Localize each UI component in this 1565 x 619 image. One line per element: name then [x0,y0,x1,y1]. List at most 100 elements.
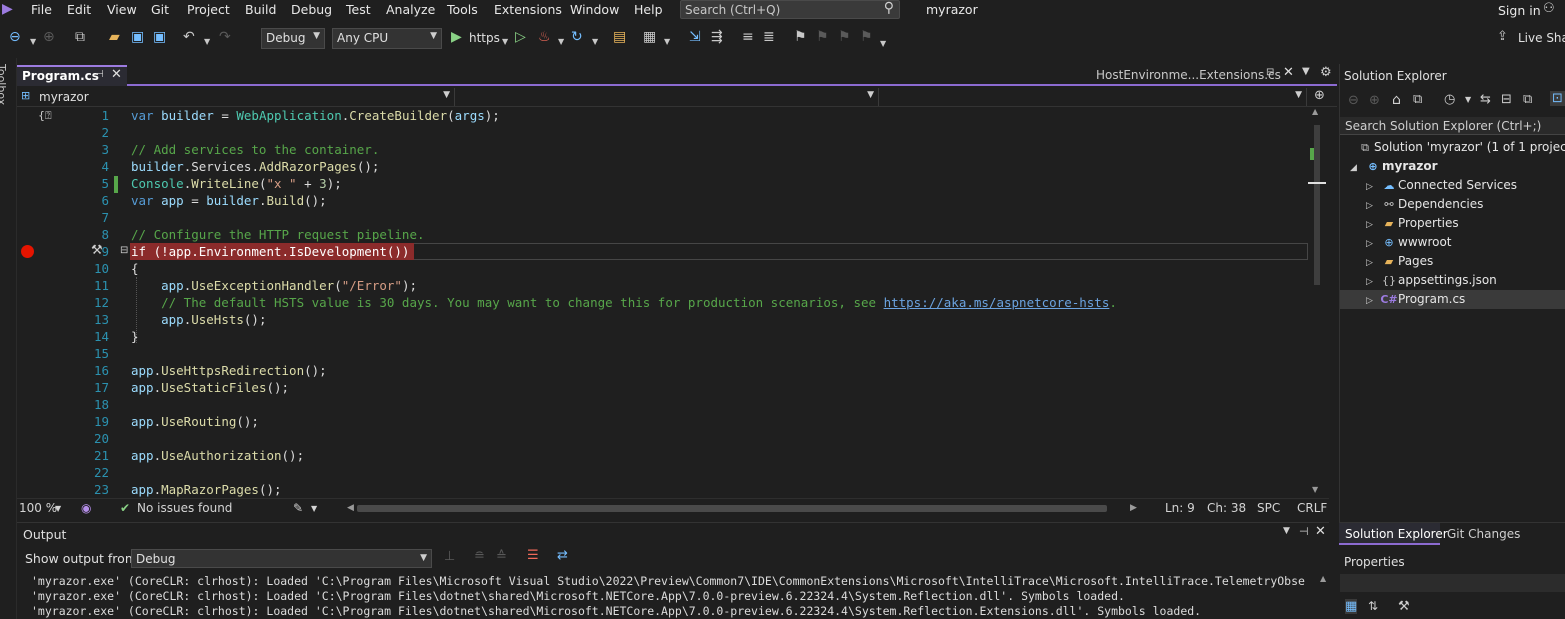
start-without-debugging-icon[interactable]: ▷ [515,29,526,45]
prev-message-icon[interactable]: ≘ [474,549,485,564]
menu-view[interactable]: View [107,2,137,17]
scroll-right-icon[interactable]: ▶ [1130,503,1137,513]
switch-views-icon[interactable]: ⧉ [1413,92,1422,107]
menu-build[interactable]: Build [245,2,276,17]
show-all-files-icon[interactable]: ⧉ [1523,92,1532,107]
whitespace-mode[interactable]: SPC [1257,501,1280,515]
code-line[interactable]: app.UseHttpsRedirection(); [131,362,327,379]
word-wrap-icon[interactable]: ⇄ [557,548,568,563]
bookmark-icon[interactable]: ⚑ [794,29,807,45]
breakpoint-icon[interactable] [21,245,34,258]
menu-project[interactable]: Project [187,2,230,17]
tree-item-appsettings[interactable]: ▷{} appsettings.json [1366,273,1497,287]
sign-in-link[interactable]: Sign in [1498,3,1541,18]
tree-item-dependencies[interactable]: ▷ ⚯ Dependencies [1366,197,1483,211]
line-ending[interactable]: CRLF [1297,501,1327,515]
tree-item-properties[interactable]: ▷ ▰ Properties [1366,216,1459,230]
configuration-select[interactable]: Debug ▼ [261,28,325,49]
sync-icon[interactable]: ⇆ [1480,92,1491,107]
hot-reload-dropdown-icon[interactable]: ▼ [558,34,564,50]
menu-extensions[interactable]: Extensions [494,2,562,17]
tree-item-connected-services[interactable]: ▷ ☁ Connected Services [1366,178,1517,192]
tab-program-cs[interactable]: Program.cs ⊣ ✕ [17,65,127,86]
code-editor[interactable]: {⍰ ⚒ ⊟ 1 2 3 4 5 6 7 8 9 10 11 12 13 14 15 16 17 18 19 20 21… [17,107,1329,497]
clear-all-icon[interactable]: ☰ [527,548,539,563]
tab-host-environment[interactable]: HostEnvironme...Extensions.cs ⊟ ✕ [1090,65,1308,85]
tree-item-wwwroot[interactable]: ▷ ⊕ wwwroot [1366,235,1452,249]
layout-icon[interactable]: ▦ [643,29,656,45]
gear-icon[interactable]: ⚙ [1320,65,1332,80]
refresh-dropdown-icon[interactable]: ▼ [592,34,598,50]
preview-icon[interactable]: ⊡ [1550,91,1565,106]
close-icon[interactable]: ✕ [1283,65,1294,80]
collapsed-icon[interactable]: ▷ [1366,239,1380,249]
code-line[interactable]: if (!app.Environment.IsDevelopment()) [131,243,409,260]
run-target-label[interactable]: https [469,30,500,46]
prev-bookmark-icon[interactable]: ⚑ [816,29,829,45]
menu-test[interactable]: Test [346,2,371,17]
pin-icon[interactable]: ⊟ [1266,67,1274,78]
vertical-scrollbar[interactable]: ▲ ▼ [1308,107,1326,497]
menu-window[interactable]: Window [570,2,619,17]
collapsed-icon[interactable]: ▷ [1366,182,1380,192]
run-target-dropdown-icon[interactable]: ▼ [502,34,508,50]
project-scope-select[interactable]: ⊞ myrazor ▼ [17,88,455,106]
refresh-icon[interactable]: ↻ [571,29,583,45]
uncomment-icon[interactable]: ≣ [763,29,775,45]
collapsed-icon[interactable]: ▷ [1366,201,1380,211]
menu-debug[interactable]: Debug [291,2,332,17]
horizontal-scrollbar-thumb[interactable] [357,505,1107,512]
alphabetical-icon[interactable]: ⇅ [1368,599,1378,613]
open-file-icon[interactable]: ▰ [109,29,120,45]
clear-bookmark-icon[interactable]: ⚑ [860,29,873,45]
menu-tools[interactable]: Tools [447,2,478,17]
scroll-up-icon[interactable]: ▲ [1312,107,1318,116]
collapsed-icon[interactable]: ▷ [1366,296,1380,306]
code-line[interactable]: var app = builder.Build(); [131,192,327,209]
scroll-down-icon[interactable]: ▼ [1312,485,1318,494]
platform-select[interactable]: Any CPU ▼ [332,28,442,49]
cleanup-dropdown-icon[interactable]: ▼ [311,504,317,513]
next-message-icon[interactable]: ≙ [496,549,507,564]
issues-status[interactable]: No issues found [137,501,232,515]
menu-git[interactable]: Git [151,2,169,17]
collapsed-icon[interactable]: ▷ [1366,220,1380,230]
step-icon[interactable]: ⇲ [689,29,701,45]
undo-dropdown-icon[interactable]: ▼ [204,34,210,50]
account-icon[interactable]: ⚇ [1543,1,1555,16]
pin-icon[interactable]: ⊣ [95,69,104,80]
tree-item-program-cs[interactable]: ▷ C#Program.cs [1366,292,1465,306]
new-project-icon[interactable]: ⧉ [75,29,85,45]
code-line[interactable]: app.MapRazorPages(); [131,481,282,497]
collapsed-icon[interactable]: ▷ [1366,258,1380,268]
code-line[interactable]: // Add services to the container. [131,141,379,158]
tab-git-changes[interactable]: Git Changes [1447,527,1520,541]
code-line[interactable]: } [131,328,139,345]
tab-overflow-icon[interactable]: ▼ [1302,66,1310,77]
back-dropdown-icon[interactable]: ▼ [30,34,36,50]
code-line[interactable]: builder.Services.AddRazorPages(); [131,158,379,175]
code-line[interactable]: Console.WriteLine("x " + 3); [131,175,342,192]
code-line[interactable]: app.UseAuthorization(); [131,447,304,464]
menu-analyze[interactable]: Analyze [386,2,435,17]
panel-options-icon[interactable]: ▼ [1283,526,1290,536]
redo-icon[interactable]: ↷ [219,29,231,45]
collapse-region-icon[interactable]: ⊟ [120,245,128,256]
zoom-dropdown-icon[interactable]: ▼ [55,504,61,513]
comment-icon[interactable]: ≡ [742,29,754,45]
split-editor-icon[interactable]: ⊕ [1314,88,1325,103]
properties-object-select[interactable] [1340,574,1565,592]
solution-node[interactable]: ⧉ Solution 'myrazor' (1 of 1 project) [1356,140,1565,155]
tree-item-pages[interactable]: ▷ ▰ Pages [1366,254,1433,268]
next-bookmark-icon[interactable]: ⚑ [838,29,851,45]
code-line[interactable]: // The default HSTS value is 30 days. Yo… [131,294,1117,311]
expanded-icon[interactable]: ◢ [1350,163,1364,173]
quick-actions-icon[interactable]: {⍰ [38,109,52,123]
project-node[interactable]: ◢ ⊕ myrazor [1350,159,1438,173]
code-line[interactable]: var builder = WebApplication.CreateBuild… [131,107,500,124]
back-icon[interactable]: ⊖ [9,29,21,45]
scroll-left-icon[interactable]: ◀ [347,503,354,513]
search-input[interactable]: Search (Ctrl+Q) ⚲ [680,0,900,19]
toolbox-tab[interactable]: Toolbox [0,64,8,105]
collapsed-icon[interactable]: ▷ [1366,277,1380,287]
